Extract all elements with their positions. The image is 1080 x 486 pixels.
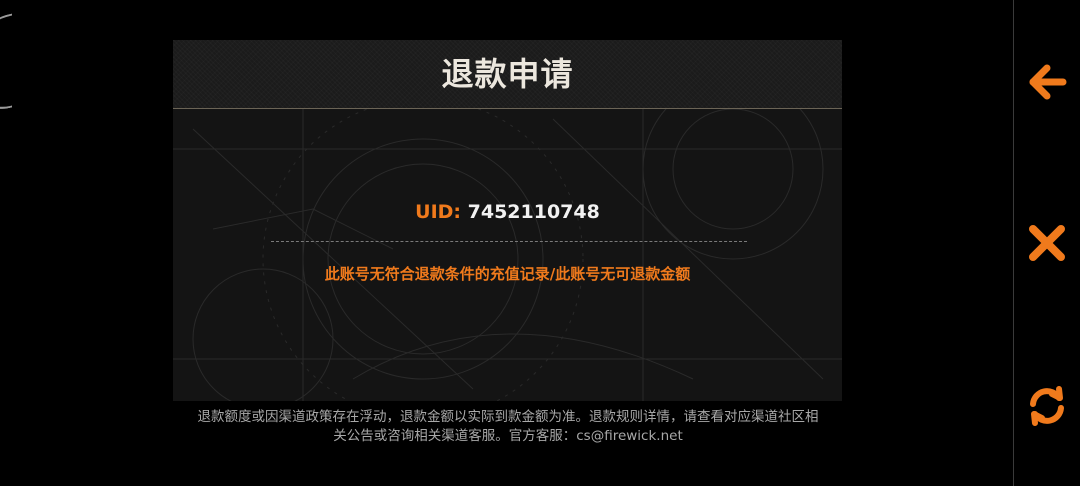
footer-note-line2: 关公告或咨询相关渠道客服。官方客服：cs@firewick.net — [333, 428, 683, 444]
back-button[interactable] — [1013, 52, 1080, 112]
edge-handle[interactable] — [0, 13, 12, 117]
refund-status-message: 此账号无符合退款条件的充值记录/此账号无可退款金额 — [324, 265, 691, 283]
close-icon — [1028, 225, 1065, 261]
uid-line: UID: 7452110748 — [173, 201, 842, 223]
footer-note: 退款额度或因渠道政策存在浮动，退款金额以实际到款金额为准。退款规则详情，请查看对… — [168, 408, 848, 446]
dashed-divider — [271, 241, 747, 242]
background-decoration — [173, 109, 842, 401]
refresh-icon — [1029, 386, 1064, 426]
dialog-title: 退款申请 — [441, 55, 574, 93]
close-button[interactable] — [1013, 213, 1080, 273]
uid-value: 7452110748 — [467, 201, 600, 223]
screen: 退款申请 UID: 7452110748 此账号无符合退款条件的充值记录/此账号… — [0, 0, 1080, 486]
refund-dialog: 退款申请 UID: 7452110748 此账号无符合退款条件的充值记录/此账号… — [173, 40, 842, 401]
uid-label: UID: — [415, 201, 462, 223]
dialog-body: UID: 7452110748 此账号无符合退款条件的充值记录/此账号无可退款金… — [173, 109, 842, 401]
arrow-left-icon — [1029, 64, 1066, 100]
dialog-header: 退款申请 — [173, 40, 842, 109]
footer-note-line1: 退款额度或因渠道政策存在浮动，退款金额以实际到款金额为准。退款规则详情，请查看对… — [197, 409, 819, 425]
refresh-button[interactable] — [1013, 376, 1080, 436]
